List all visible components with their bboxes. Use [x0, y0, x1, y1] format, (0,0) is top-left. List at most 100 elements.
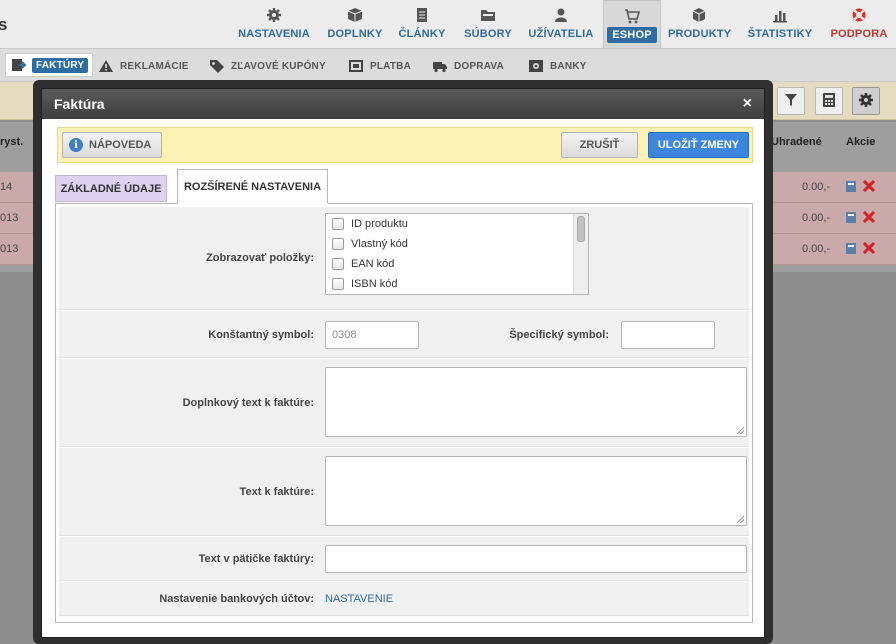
top-navigation: s NASTAVENIA DOPLNKY ČLÁNKY SÚBORY UŽÍVA… — [0, 0, 896, 48]
additional-text-textarea[interactable] — [325, 367, 747, 437]
nav-item-label: ČLÁNKY — [398, 28, 446, 40]
list-item[interactable]: EAN kód — [326, 254, 588, 274]
table-cell-amount: 0.00,- — [802, 243, 831, 255]
bank-accounts-label: Nastavenie bankových účtov: — [159, 593, 314, 605]
subnav-item-label: DOPRAVA — [454, 60, 504, 72]
list-item-label: ID produktu — [351, 218, 408, 230]
subnav-item-complaints[interactable]: REKLAMÁCIE — [98, 55, 189, 77]
bar-chart-icon — [744, 7, 816, 23]
bank-icon — [528, 59, 544, 73]
payment-icon — [348, 59, 364, 73]
delete-icon[interactable] — [862, 241, 876, 258]
nav-item-users[interactable]: UŽÍVATELIA — [524, 0, 598, 48]
constant-symbol-input[interactable]: 0308 — [325, 321, 419, 349]
column-header-issued: ryst. — [0, 136, 24, 148]
settings-button[interactable] — [852, 87, 880, 115]
form-row-symbols: Konštantný symbol: 0308 Špecifický symbo… — [59, 311, 749, 358]
checkbox[interactable] — [332, 278, 344, 290]
edit-icon[interactable] — [845, 211, 857, 227]
tag-icon — [209, 59, 225, 73]
table-cell-year: 14 — [0, 181, 13, 193]
nav-item-label: PRODUKTY — [668, 28, 732, 40]
dialog-header: Faktúra × — [42, 89, 764, 119]
form-row-additional-text: Doplnkový text k faktúre: — [59, 359, 749, 447]
nav-item-label: SÚBORY — [464, 28, 512, 40]
nav-item-files[interactable]: SÚBORY — [462, 0, 514, 48]
edit-icon[interactable] — [845, 180, 857, 196]
table-cell-amount: 0.00,- — [802, 181, 831, 193]
cancel-button[interactable]: ZRUŠIŤ — [561, 132, 638, 158]
truck-icon — [432, 59, 448, 73]
nav-item-addons[interactable]: DOPLNKY — [324, 0, 386, 48]
nav-item-label: PODPORA — [830, 28, 888, 40]
checkbox[interactable] — [332, 238, 344, 250]
nav-item-statistics[interactable]: ŠTATISTIKY — [744, 0, 816, 48]
constant-symbol-label: Konštantný symbol: — [208, 329, 314, 341]
form-row-invoice-text: Text k faktúre: — [59, 448, 749, 536]
nav-item-eshop[interactable]: ESHOP — [603, 0, 661, 48]
list-item-label: ISBN kód — [351, 278, 398, 290]
nav-item-label: ESHOP — [607, 27, 657, 43]
display-items-label: Zobrazovať položky: — [206, 252, 314, 264]
list-item-label: EAN kód — [351, 258, 395, 270]
additional-text-label: Doplnkový text k faktúre: — [182, 397, 314, 409]
tab-advanced-settings[interactable]: ROZŠÍRENÉ NASTAVENIA — [177, 169, 328, 204]
checkbox[interactable] — [332, 258, 344, 270]
list-item-label: Vlastný kód — [351, 238, 408, 250]
sub-navigation: FAKTÚRY REKLAMÁCIE ZĽAVOVÉ KUPÓNY PLATBA… — [0, 48, 896, 82]
subnav-item-label: BANKY — [550, 60, 587, 72]
nav-item-settings[interactable]: NASTAVENIA — [236, 0, 312, 48]
checkbox[interactable] — [332, 218, 344, 230]
specific-symbol-input[interactable] — [621, 321, 715, 349]
subnav-item-label: REKLAMÁCIE — [120, 60, 189, 72]
cart-icon — [604, 8, 660, 24]
table-cell-year: 013 — [0, 212, 19, 224]
help-button[interactable]: i NÁPOVEDA — [62, 132, 163, 158]
subnav-item-payment[interactable]: PLATBA — [348, 55, 411, 77]
delete-icon[interactable] — [862, 210, 876, 227]
display-items-list[interactable]: ID produktu Vlastný kód EAN kód ISBN kód — [325, 213, 589, 295]
gear-icon — [858, 92, 874, 111]
edit-icon[interactable] — [845, 242, 857, 258]
scrollbar-thumb[interactable] — [577, 216, 585, 242]
save-button[interactable]: ULOŽIŤ ZMENY — [648, 132, 749, 158]
subnav-item-banks[interactable]: BANKY — [528, 55, 587, 77]
user-icon — [524, 7, 598, 23]
nav-item-articles[interactable]: ČLÁNKY — [396, 0, 448, 48]
invoice-dialog: Faktúra × i NÁPOVEDA ZRUŠIŤ ULOŽIŤ ZMENY… — [41, 88, 765, 638]
subnav-item-coupons[interactable]: ZĽAVOVÉ KUPÓNY — [209, 55, 326, 77]
close-icon[interactable]: × — [743, 95, 752, 113]
subnav-item-label: ZĽAVOVÉ KUPÓNY — [231, 60, 326, 72]
tab-basic-info[interactable]: ZÁKLADNÉ ÚDAJE — [55, 175, 167, 202]
list-item[interactable]: ID produktu — [326, 214, 588, 234]
footer-text-label: Text v pätičke faktúry: — [198, 553, 314, 565]
calculator-button[interactable] — [815, 87, 843, 115]
dialog-action-bar: i NÁPOVEDA ZRUŠIŤ ULOŽIŤ ZMENY — [57, 127, 753, 163]
nav-item-label: UŽÍVATELIA — [528, 28, 594, 40]
subnav-item-label: PLATBA — [370, 60, 412, 72]
info-icon: i — [69, 138, 83, 152]
list-item[interactable]: Vlastný kód — [326, 234, 588, 254]
invoice-text-label: Text k faktúre: — [239, 486, 314, 498]
form-row-footer-text: Text v pätičke faktúry: — [59, 537, 749, 581]
filter-button[interactable] — [777, 87, 805, 115]
column-header-paid: Uhradené — [771, 136, 822, 148]
calculator-icon — [822, 92, 836, 111]
document-icon — [396, 7, 448, 23]
nav-item-label: ŠTATISTIKY — [747, 28, 813, 40]
column-header-actions: Akcie — [846, 136, 876, 148]
footer-text-input[interactable] — [325, 545, 747, 573]
nav-item-label: DOPLNKY — [327, 28, 383, 40]
nav-item-label: NASTAVENIA — [238, 28, 310, 40]
subnav-item-invoices[interactable]: FAKTÚRY — [5, 53, 94, 77]
bank-accounts-settings-link[interactable]: NASTAVENIE — [325, 593, 393, 605]
nav-item-products[interactable]: PRODUKTY — [668, 0, 732, 48]
nav-item-support[interactable]: PODPORA — [828, 0, 890, 48]
cube-icon — [668, 7, 730, 23]
subnav-item-shipping[interactable]: DOPRAVA — [432, 55, 504, 77]
delete-icon[interactable] — [862, 179, 876, 196]
form-row-display-items: Zobrazovať položky: ID produktu Vlastný … — [59, 207, 749, 310]
list-scrollbar[interactable] — [573, 214, 588, 294]
list-item[interactable]: ISBN kód — [326, 274, 588, 294]
invoice-text-textarea[interactable] — [325, 456, 747, 526]
